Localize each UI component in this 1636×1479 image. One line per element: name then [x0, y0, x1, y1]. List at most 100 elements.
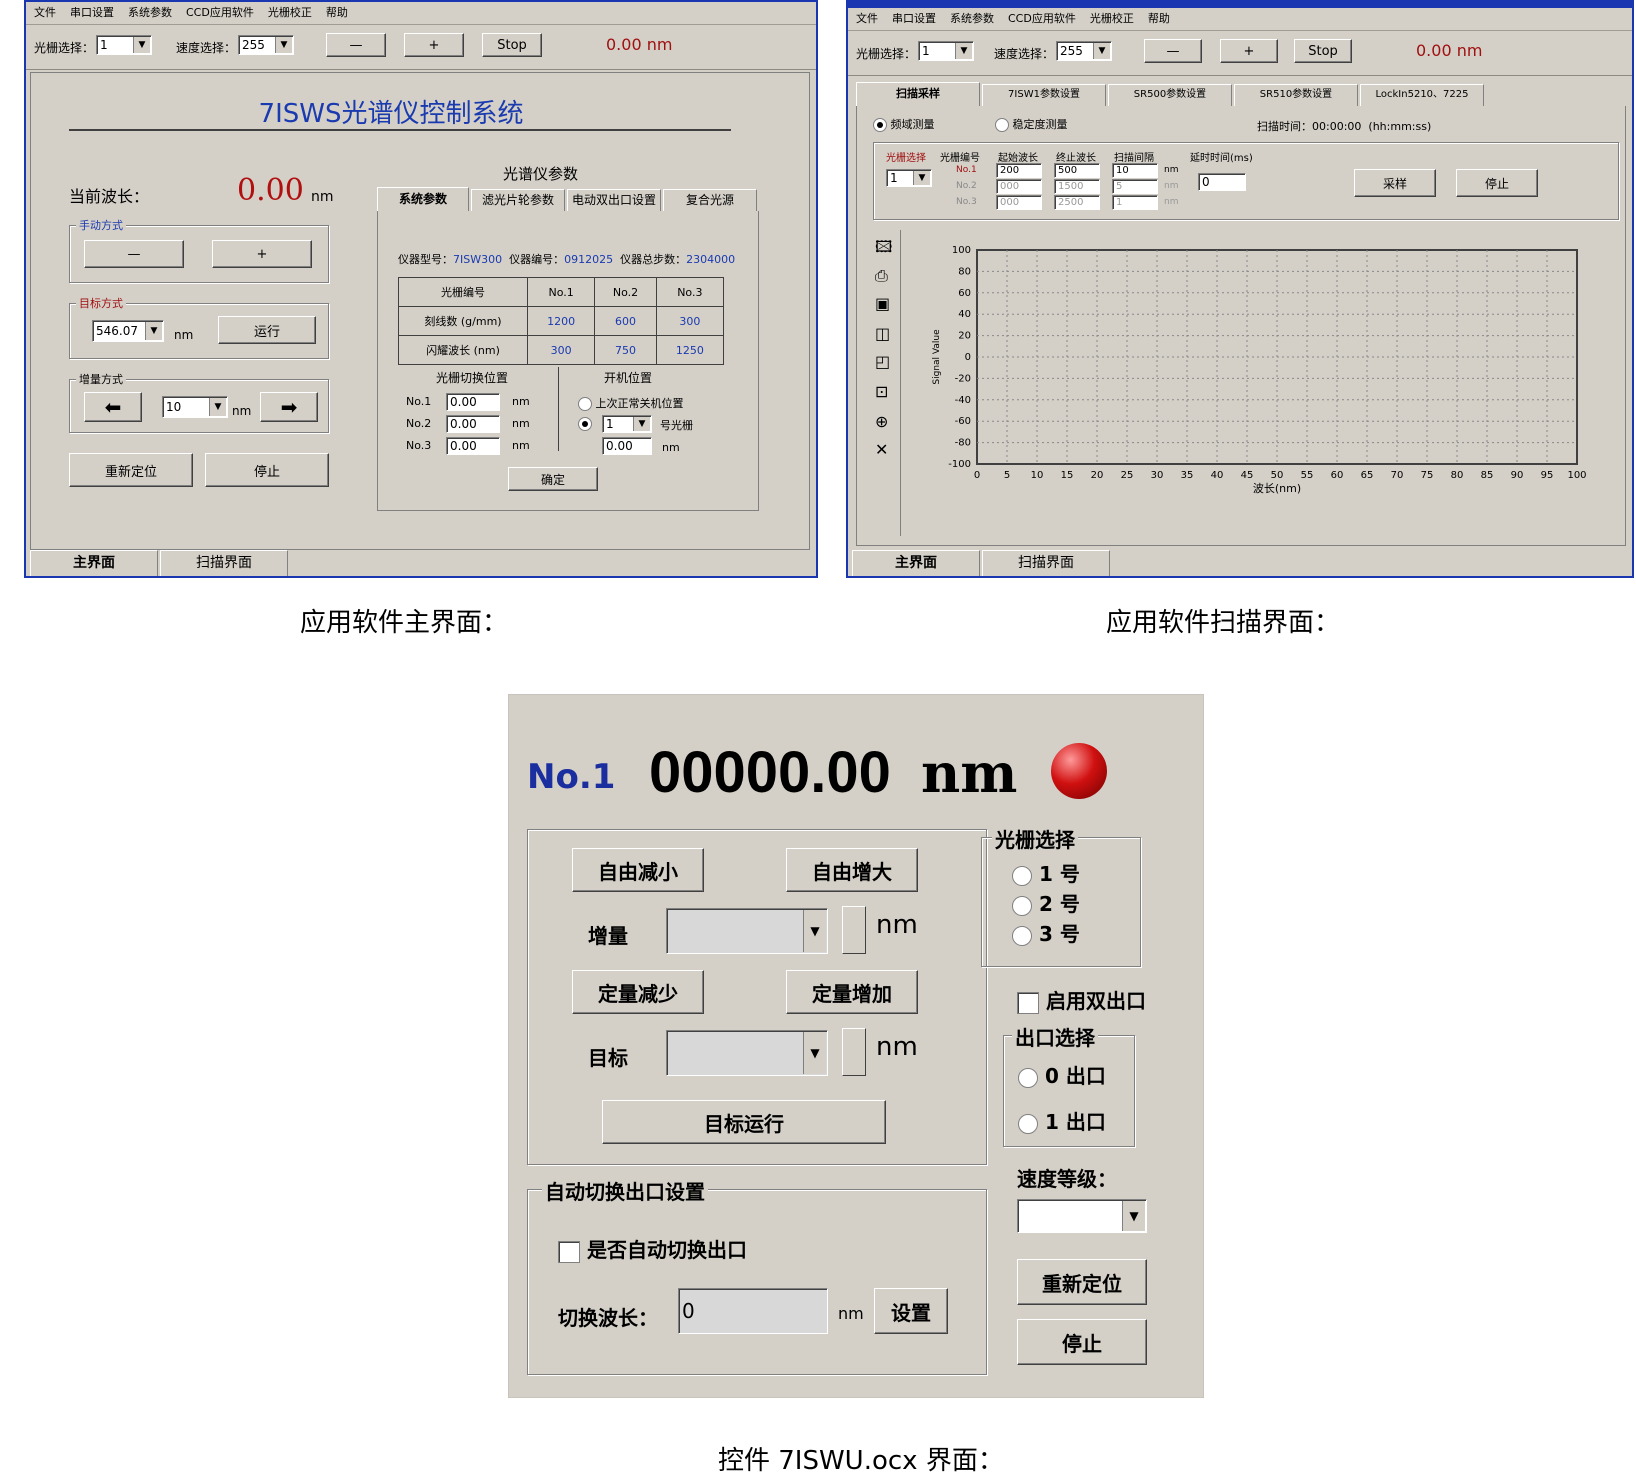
- toolbar-stop-button[interactable]: Stop: [1294, 39, 1352, 63]
- sample-button[interactable]: 采样: [1354, 169, 1436, 197]
- tab-compound-light[interactable]: 复合光源: [663, 189, 757, 211]
- exit-option-1[interactable]: 1 出口: [1018, 1106, 1106, 1135]
- mode-stability[interactable]: 稳定度测量: [995, 116, 1068, 132]
- tab-main[interactable]: 主界面: [30, 550, 158, 576]
- end-wavelength-input-1[interactable]: 500: [1054, 163, 1100, 178]
- switch-pos-input-3[interactable]: 0.00: [446, 437, 500, 455]
- relocate-button[interactable]: 重新定位: [69, 453, 193, 487]
- speed-level-combo[interactable]: ▼: [1017, 1199, 1147, 1233]
- interval-input-1[interactable]: 10: [1112, 163, 1158, 178]
- mode-freq[interactable]: 频域测量: [873, 116, 935, 132]
- speed-select-combo[interactable]: 255 ▼: [1056, 41, 1112, 61]
- tab-lockin[interactable]: LockIn5210、7225: [1360, 84, 1484, 106]
- right-arrow-icon[interactable]: ➡: [260, 392, 318, 422]
- speed-select-combo[interactable]: 255 ▼: [238, 35, 294, 55]
- y-tick-label: -40: [955, 395, 971, 406]
- free-increase-button[interactable]: 自由增大: [786, 848, 918, 892]
- stop-button[interactable]: 停止: [205, 453, 329, 487]
- scan-window: 文件 串口设置 系统参数 CCD应用软件 光栅校正 帮助 光栅选择： 1 ▼ 速…: [846, 0, 1634, 578]
- interval-input-2[interactable]: 5: [1112, 179, 1158, 194]
- tab-7isw1-params[interactable]: 7ISW1参数设置: [982, 84, 1106, 106]
- grating-option-1[interactable]: 1 号: [1012, 858, 1080, 887]
- menu-calibrate[interactable]: 光栅校正: [268, 2, 312, 24]
- grating-option-3[interactable]: 3 号: [1012, 918, 1080, 947]
- tab-scan[interactable]: 扫描界面: [982, 550, 1110, 576]
- manual-plus-button[interactable]: +: [212, 240, 312, 268]
- zoom-icon[interactable]: ⊕: [875, 412, 888, 431]
- tab-system-params[interactable]: 系统参数: [377, 187, 469, 211]
- menu-calibrate[interactable]: 光栅校正: [1090, 8, 1134, 30]
- grating-select-combo[interactable]: 1 ▼: [96, 35, 152, 55]
- toolbar-plus-button[interactable]: +: [404, 33, 464, 57]
- switch-pos-input-2[interactable]: 0.00: [446, 415, 500, 433]
- menu-serial[interactable]: 串口设置: [892, 8, 936, 30]
- fixed-decrease-button[interactable]: 定量减少: [572, 970, 704, 1014]
- toolbar-minus-button[interactable]: —: [326, 33, 386, 57]
- toolbar-minus-button[interactable]: —: [1144, 39, 1202, 63]
- ocx-relocate-button[interactable]: 重新定位: [1017, 1259, 1147, 1305]
- grating-option-2[interactable]: 2 号: [1012, 888, 1080, 917]
- menu-help[interactable]: 帮助: [326, 2, 348, 24]
- tab-sr510-params[interactable]: SR510参数设置: [1234, 84, 1358, 106]
- menu-file[interactable]: 文件: [34, 2, 56, 24]
- scan-grating-combo[interactable]: 1 ▼: [886, 169, 932, 187]
- end-wavelength-input-3[interactable]: 2500: [1054, 195, 1100, 210]
- menu-ccd[interactable]: CCD应用软件: [186, 2, 254, 24]
- left-arrow-icon[interactable]: ⬅: [84, 392, 142, 422]
- exit-option-0[interactable]: 0 出口: [1018, 1060, 1106, 1089]
- boot-grating-combo[interactable]: 1 ▼: [602, 415, 652, 433]
- print-icon[interactable]: ⎙: [875, 266, 888, 286]
- target-wavelength-combo[interactable]: 546.07 ▼: [92, 320, 164, 342]
- boot-option-grating[interactable]: [578, 417, 592, 431]
- clear-icon[interactable]: ✕: [875, 440, 888, 459]
- auto-switch-checkbox[interactable]: 是否自动切换出口: [558, 1234, 747, 1263]
- export-icon[interactable]: ⊡: [875, 382, 888, 401]
- free-decrease-button[interactable]: 自由减小: [572, 848, 704, 892]
- boot-position-input[interactable]: 0.00: [602, 437, 652, 455]
- delay-input[interactable]: 0: [1198, 173, 1246, 191]
- start-wavelength-input-1[interactable]: 200: [996, 163, 1042, 178]
- tab-filter-wheel[interactable]: 滤光片轮参数: [471, 189, 565, 211]
- speed-select-label: 速度选择：: [176, 41, 237, 55]
- switch-pos-input-1[interactable]: 0.00: [446, 393, 500, 411]
- increment-combo[interactable]: ▼: [666, 908, 828, 954]
- tab-sr500-params[interactable]: SR500参数设置: [1108, 84, 1232, 106]
- ocx-stop-button[interactable]: 停止: [1017, 1319, 1147, 1365]
- chart-icon[interactable]: 🖾: [875, 236, 892, 263]
- increment-spin[interactable]: [842, 906, 866, 954]
- boot-option-last[interactable]: 上次正常关机位置: [578, 395, 684, 411]
- end-wavelength-input-2[interactable]: 1500: [1054, 179, 1100, 194]
- dual-exit-checkbox[interactable]: 启用双出口: [1017, 985, 1146, 1014]
- target-spin[interactable]: [842, 1028, 866, 1076]
- interval-input-3[interactable]: 1: [1112, 195, 1158, 210]
- tab-scan-sampling[interactable]: 扫描采样: [856, 82, 980, 106]
- target-combo[interactable]: ▼: [666, 1030, 828, 1076]
- menu-system[interactable]: 系统参数: [950, 8, 994, 30]
- toolbar-stop-button[interactable]: Stop: [482, 33, 542, 57]
- grating-select-combo[interactable]: 1 ▼: [918, 41, 974, 61]
- fixed-increase-button[interactable]: 定量增加: [786, 970, 918, 1014]
- start-wavelength-input-2[interactable]: 000: [996, 179, 1042, 194]
- save-as-icon[interactable]: ◫: [875, 324, 890, 343]
- scan-params-group: 光栅选择 光栅编号 起始波长 终止波长 扫描间隔 延时时间(ms) 1 ▼ No…: [873, 142, 1619, 220]
- tab-scan[interactable]: 扫描界面: [160, 550, 288, 576]
- menu-file[interactable]: 文件: [856, 8, 878, 30]
- start-wavelength-input-3[interactable]: 000: [996, 195, 1042, 210]
- target-run-button[interactable]: 目标运行: [602, 1100, 886, 1144]
- tab-main[interactable]: 主界面: [852, 550, 980, 576]
- confirm-button[interactable]: 确定: [508, 467, 598, 491]
- menu-help[interactable]: 帮助: [1148, 8, 1170, 30]
- open-icon[interactable]: ◰: [875, 352, 890, 371]
- menu-ccd[interactable]: CCD应用软件: [1008, 8, 1076, 30]
- save-icon[interactable]: ▣: [875, 294, 890, 313]
- toolbar-plus-button[interactable]: +: [1220, 39, 1278, 63]
- menu-system[interactable]: 系统参数: [128, 2, 172, 24]
- manual-minus-button[interactable]: —: [84, 240, 184, 268]
- target-run-button[interactable]: 运行: [218, 316, 316, 344]
- switch-wavelength-input[interactable]: 0: [678, 1288, 828, 1334]
- scan-stop-button[interactable]: 停止: [1456, 169, 1538, 197]
- tab-dual-exit[interactable]: 电动双出口设置: [567, 189, 661, 211]
- menu-serial[interactable]: 串口设置: [70, 2, 114, 24]
- set-button[interactable]: 设置: [874, 1288, 948, 1334]
- increment-combo[interactable]: 10 ▼: [162, 396, 228, 418]
